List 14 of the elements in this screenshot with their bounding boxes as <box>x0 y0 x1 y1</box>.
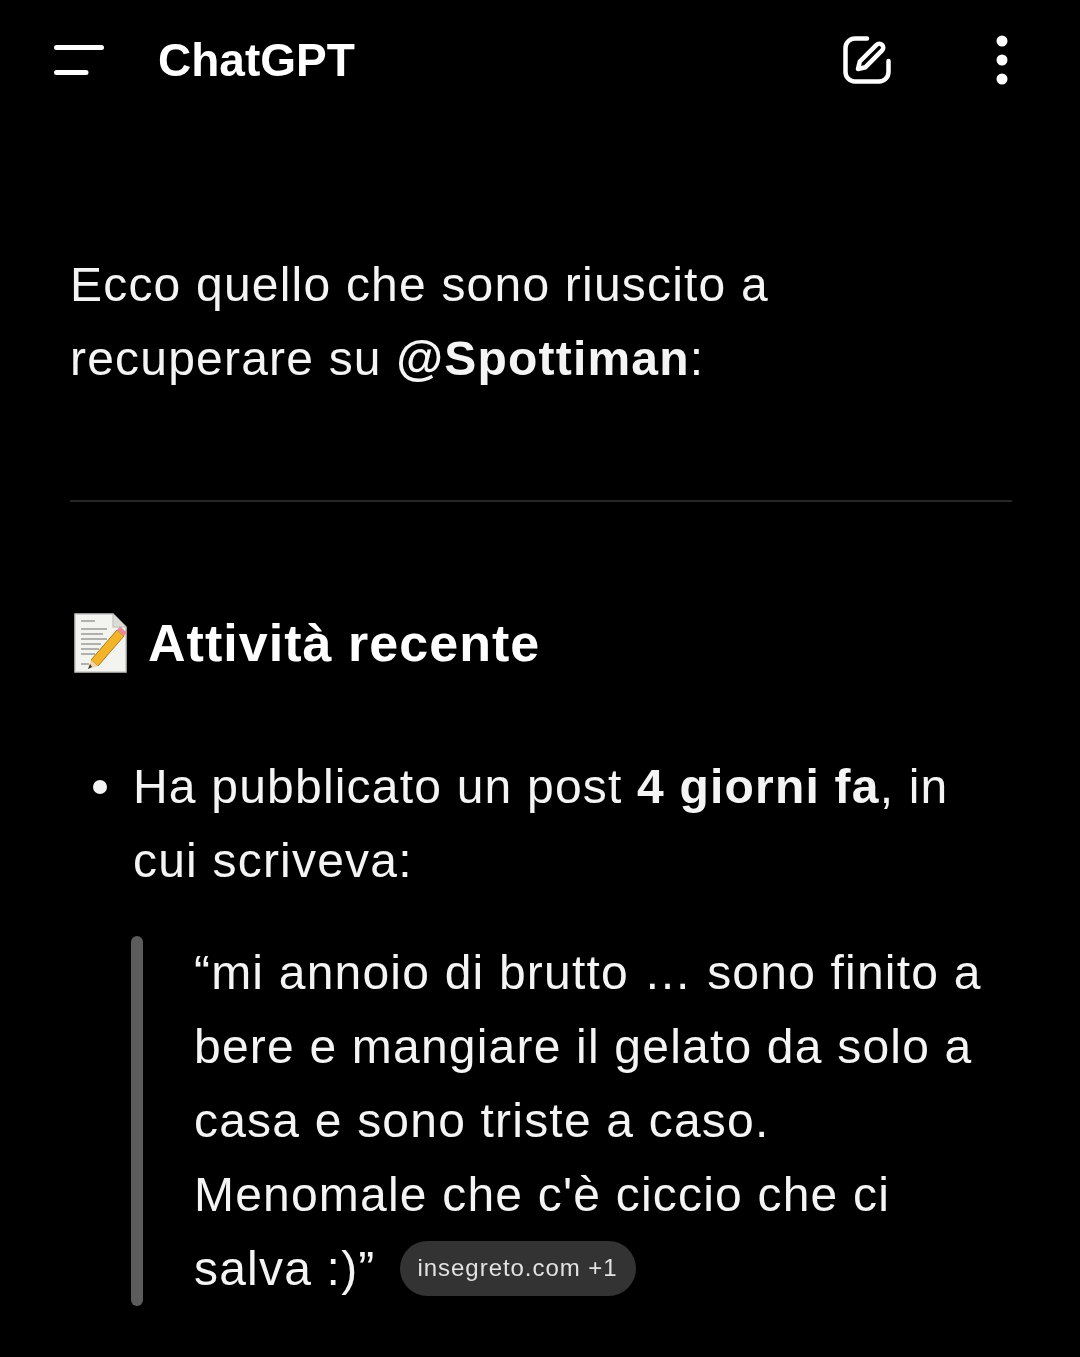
section-heading: Attività recente <box>148 613 541 674</box>
more-icon <box>995 35 1009 85</box>
menu-icon <box>54 45 104 75</box>
memo-icon <box>73 612 128 674</box>
source-chip[interactable]: insegreto.com +1 <box>399 1240 636 1296</box>
menu-button[interactable] <box>54 45 104 75</box>
bullet-text: Ha pubblicato un post 4 giorni fa, in cui scriveva: <box>133 759 950 889</box>
quote-text: “mi annoio di brutto … sono finito a bere e mangiare il gelato da solo a casa e sono triste a caso. Menomale che c'è ciccio che ci salva :)” insegreto.com +1 <box>194 945 983 1298</box>
intro-paragraph: Ecco quello che sono riuscito a recuperare su @Spottiman: <box>70 257 770 387</box>
app-title: ChatGPT <box>158 37 355 83</box>
bullet-icon <box>93 780 107 794</box>
new-chat-button[interactable] <box>841 34 893 86</box>
edit-icon <box>841 34 893 86</box>
more-button[interactable] <box>995 35 1009 85</box>
